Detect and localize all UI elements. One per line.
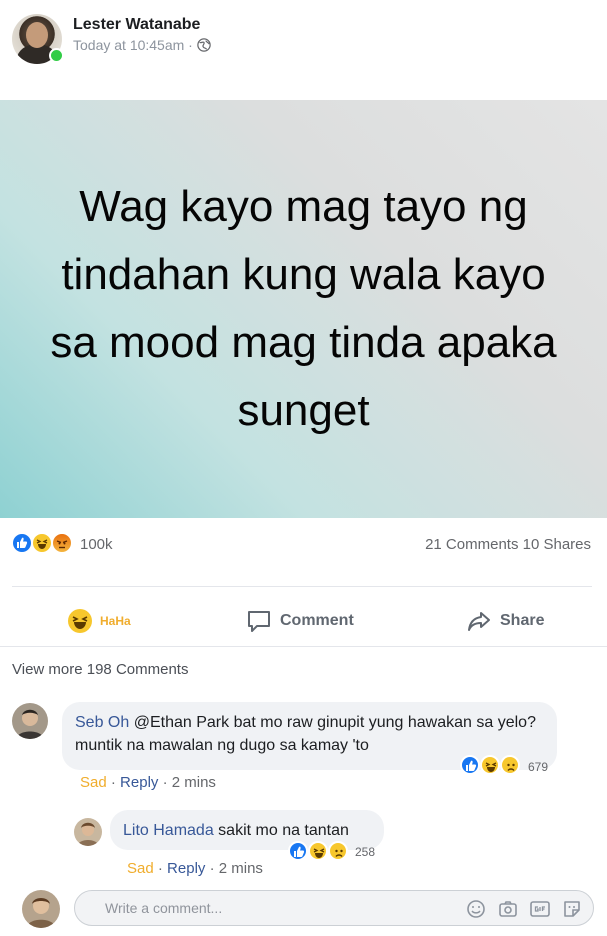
haha-label: HaHa bbox=[100, 614, 131, 628]
post-timestamp[interactable]: Today at 10:45am · bbox=[73, 37, 193, 53]
share-button[interactable]: Share bbox=[466, 604, 544, 638]
view-more-comments-link[interactable]: View more 198 Comments bbox=[12, 661, 188, 678]
post-header: Lester Watanabe Today at 10:45am · bbox=[0, 0, 607, 100]
haha-icon bbox=[31, 532, 53, 554]
online-status-dot bbox=[49, 48, 64, 63]
comment-button[interactable]: Comment bbox=[246, 604, 354, 638]
reaction-summary: 100k 21 Comments 10 Shares bbox=[0, 528, 607, 560]
comment-time: 2 mins bbox=[171, 774, 216, 791]
comment-label: Comment bbox=[280, 612, 354, 629]
globe-icon[interactable] bbox=[197, 38, 211, 52]
sad-reaction-link[interactable]: Sad bbox=[127, 860, 154, 877]
comment-reaction-count[interactable]: 258 bbox=[355, 845, 375, 859]
share-label: Share bbox=[500, 612, 545, 629]
commenter-avatar[interactable] bbox=[74, 818, 102, 846]
avatar-face-shape bbox=[26, 22, 48, 48]
comment-composer bbox=[0, 884, 607, 936]
action-bar: HaHa Comment Share bbox=[0, 598, 607, 644]
sad-icon bbox=[500, 755, 520, 775]
sad-icon bbox=[328, 841, 348, 861]
post-meta: Today at 10:45am · bbox=[73, 37, 211, 53]
reaction-count[interactable]: 100k bbox=[80, 536, 113, 553]
comment-footer: Sad · Reply · 2 mins bbox=[80, 774, 216, 791]
author-name[interactable]: Lester Watanabe bbox=[73, 16, 200, 34]
reply-link[interactable]: Reply bbox=[167, 860, 205, 877]
haha-icon bbox=[480, 755, 500, 775]
like-icon bbox=[288, 841, 308, 861]
gif-icon[interactable] bbox=[529, 898, 551, 920]
commenter-avatar[interactable] bbox=[12, 703, 48, 739]
comment-icon bbox=[248, 611, 270, 632]
comments-shares-count[interactable]: 21 Comments 10 Shares bbox=[425, 536, 591, 553]
comment-text: sakit mo na tantan bbox=[218, 822, 349, 839]
commenter-name[interactable]: Lito Hamada bbox=[123, 822, 214, 839]
composer-icons bbox=[465, 898, 583, 920]
status-background: Wag kayo mag tayo ng tindahan kung wala … bbox=[0, 100, 607, 518]
sad-reaction-link[interactable]: Sad bbox=[80, 774, 107, 791]
comment-text: @Ethan Park bat mo raw ginupit yung hawa… bbox=[75, 714, 536, 754]
haha-icon bbox=[308, 841, 328, 861]
haha-icon bbox=[68, 609, 92, 633]
comment-footer: Sad · Reply · 2 mins bbox=[127, 860, 263, 877]
reply-link[interactable]: Reply bbox=[120, 774, 158, 791]
haha-reaction-button[interactable]: HaHa bbox=[68, 604, 131, 638]
camera-icon[interactable] bbox=[497, 898, 519, 920]
sticker-icon[interactable] bbox=[561, 898, 583, 920]
like-icon bbox=[460, 755, 480, 775]
comment-reactions[interactable] bbox=[460, 755, 530, 777]
user-avatar[interactable] bbox=[22, 890, 60, 928]
status-text: Wag kayo mag tayo ng tindahan kung wala … bbox=[50, 182, 557, 435]
comment-time: 2 mins bbox=[218, 860, 263, 877]
like-icon bbox=[11, 532, 33, 554]
divider bbox=[12, 586, 592, 587]
angry-icon bbox=[51, 532, 73, 554]
divider bbox=[0, 646, 607, 647]
share-icon bbox=[468, 612, 490, 631]
reaction-icon-stack[interactable] bbox=[11, 532, 81, 556]
comment-reactions[interactable] bbox=[288, 841, 358, 863]
comment-reaction-count[interactable]: 679 bbox=[528, 760, 548, 774]
commenter-name[interactable]: Seb Oh bbox=[75, 714, 129, 731]
emoji-icon[interactable] bbox=[465, 898, 487, 920]
